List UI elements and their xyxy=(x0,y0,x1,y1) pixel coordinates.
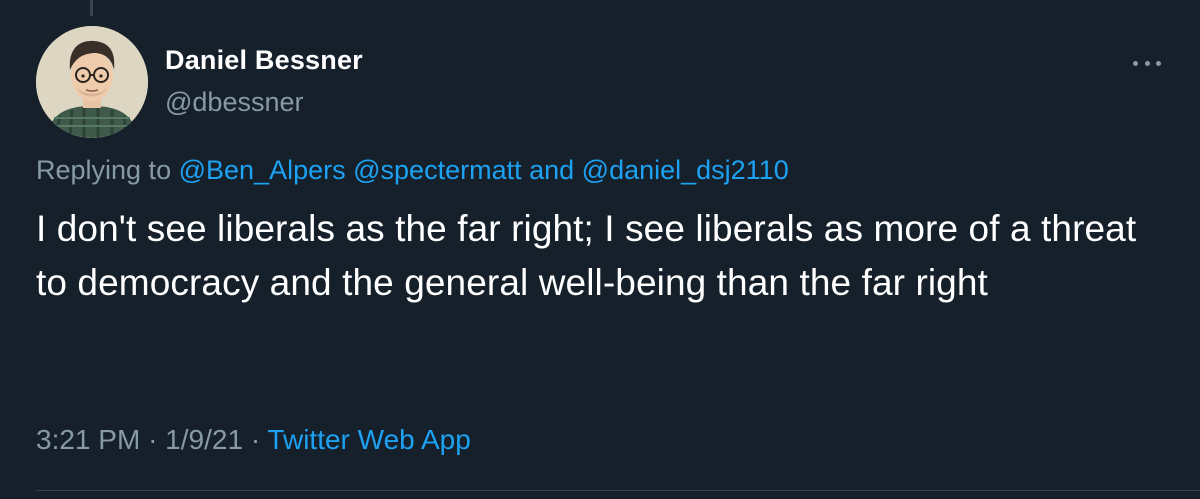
tweet-date[interactable]: 1/9/21 xyxy=(165,424,243,455)
mention-joiner: and xyxy=(521,155,582,185)
mention-link[interactable]: @Ben_Alpers xyxy=(179,155,346,185)
avatar-illustration xyxy=(36,26,148,138)
more-horizontal-icon-dot-3 xyxy=(1156,60,1161,66)
divider xyxy=(36,490,1200,491)
meta-separator: · xyxy=(148,424,158,455)
more-horizontal-icon-dot-2 xyxy=(1144,60,1150,66)
tweet-text: I don't see liberals as the far right; I… xyxy=(36,208,1137,303)
mention-link[interactable]: @spectermatt xyxy=(353,155,521,185)
mention-link[interactable]: @daniel_dsj2110 xyxy=(582,155,789,185)
avatar[interactable] xyxy=(36,26,148,138)
author-display-name[interactable]: Daniel Bessner xyxy=(165,45,363,76)
author-handle[interactable]: @dbessner xyxy=(165,87,303,118)
more-horizontal-icon-dot-1 xyxy=(1133,60,1138,66)
tweet-time[interactable]: 3:21 PM xyxy=(36,424,140,455)
thread-connector-line xyxy=(90,0,93,16)
tweet-detail: Daniel Bessner @dbessner Replying to @Be… xyxy=(0,0,1200,499)
mention-joiner xyxy=(346,155,354,185)
meta-separator: · xyxy=(250,424,261,455)
replying-to-label: Replying to xyxy=(36,155,172,185)
replying-to-line: Replying to @Ben_Alpers @spectermatt and… xyxy=(36,155,789,186)
tweet-metadata: 3:21 PM · 1/9/21 · Twitter Web App xyxy=(36,424,471,456)
tweet-source-link[interactable]: Twitter Web App xyxy=(267,424,470,455)
more-options-button[interactable] xyxy=(1131,56,1163,70)
